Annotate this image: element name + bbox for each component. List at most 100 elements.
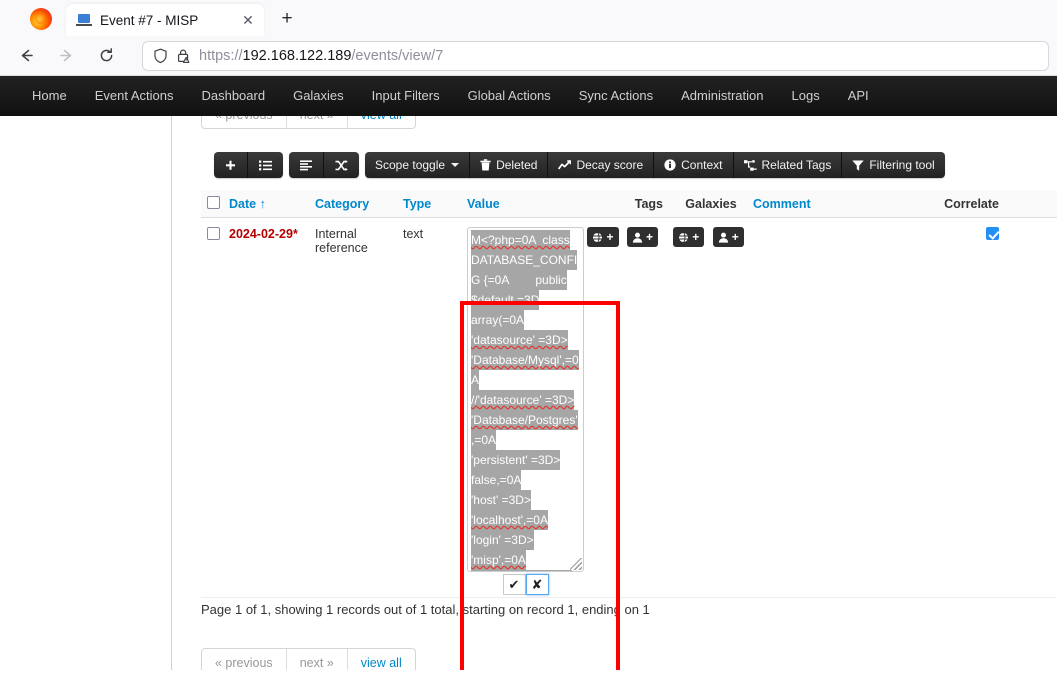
- value-line-text: G {=0A public: [471, 270, 567, 290]
- add-galaxy-globe-button[interactable]: +: [673, 227, 704, 247]
- sort-ascending-icon: ↑: [260, 197, 266, 211]
- header-date-label: Date: [229, 197, 256, 211]
- select-all-checkbox[interactable]: [201, 196, 229, 212]
- value-line: //'datasource' =3D>: [471, 390, 580, 410]
- url-bar[interactable]: https://192.168.122.189/events/view/7: [142, 41, 1049, 71]
- value-line-text: array(=0A: [471, 310, 524, 330]
- nav-item-logs[interactable]: Logs: [778, 76, 834, 116]
- value-line: 'persistent' =3D>: [471, 450, 580, 470]
- cell-tags: + +: [584, 227, 669, 247]
- nav-item-input-filters[interactable]: Input Filters: [358, 76, 454, 116]
- back-icon[interactable]: [10, 40, 42, 72]
- header-comment[interactable]: Comment: [753, 197, 883, 211]
- value-line: 'localhost',=0A: [471, 510, 580, 530]
- add-attribute-button[interactable]: [214, 152, 248, 178]
- list-attributes-button[interactable]: [248, 152, 283, 178]
- scope-toggle-dropdown[interactable]: Scope toggle: [365, 152, 470, 178]
- nav-item-sync-actions[interactable]: Sync Actions: [565, 76, 667, 116]
- cell-galaxies: + +: [669, 227, 753, 247]
- related-tags-label: Related Tags: [762, 152, 832, 178]
- header-type[interactable]: Type: [403, 197, 467, 211]
- shuffle-button[interactable]: [324, 152, 359, 178]
- chevron-down-icon: [451, 163, 459, 167]
- info-icon: [664, 159, 676, 171]
- forward-icon[interactable]: [50, 40, 82, 72]
- cancel-edit-button[interactable]: ✘: [526, 574, 549, 595]
- cell-category[interactable]: Internal reference: [315, 227, 403, 255]
- shield-icon[interactable]: [153, 48, 168, 64]
- value-editor-actions: ✔ ✘: [467, 574, 584, 595]
- add-galaxy-user-button[interactable]: +: [713, 227, 744, 247]
- align-left-button[interactable]: [289, 152, 324, 178]
- plus-icon: +: [646, 230, 653, 244]
- value-line: 'datasource' =3D>: [471, 330, 580, 350]
- row-select-checkbox[interactable]: [201, 227, 229, 243]
- value-line-text: 'persistent' =3D>: [471, 450, 560, 470]
- value-line: A: [471, 370, 580, 390]
- value-line-text: 'datasource' =3D>: [471, 330, 568, 350]
- close-icon[interactable]: ✕: [238, 10, 258, 30]
- value-line: M<?php=0A class: [471, 230, 580, 250]
- nav-item-api[interactable]: API: [834, 76, 883, 116]
- value-line-text: 'misp',=0A: [471, 550, 526, 570]
- globe-icon: [592, 232, 603, 243]
- tab-strip: Event #7 - MISP ✕ +: [0, 0, 1057, 36]
- top-pagination-next[interactable]: next »: [287, 116, 348, 128]
- value-line: 'misp',=0A: [471, 550, 580, 570]
- header-category[interactable]: Category: [315, 197, 403, 211]
- table-row: 2024-02-29* Internal reference text M<?p…: [201, 218, 1057, 598]
- misp-favicon-icon: [76, 12, 92, 28]
- filtering-tool-button[interactable]: Filtering tool: [842, 152, 944, 178]
- browser-tab[interactable]: Event #7 - MISP ✕: [66, 4, 264, 36]
- correlate-checkbox[interactable]: [986, 227, 999, 240]
- new-tab-button[interactable]: +: [273, 5, 301, 33]
- deleted-label: Deleted: [496, 152, 537, 178]
- value-line: G {=0A public: [471, 270, 580, 290]
- add-tag-user-button[interactable]: +: [627, 227, 658, 247]
- related-tags-button[interactable]: Related Tags: [734, 152, 843, 178]
- value-line: array(=0A: [471, 310, 580, 330]
- cell-type[interactable]: text: [403, 227, 467, 241]
- pagination-view-all[interactable]: view all: [348, 649, 415, 670]
- value-line: false,=0A: [471, 470, 580, 490]
- plus-icon: +: [692, 230, 699, 244]
- context-button[interactable]: Context: [654, 152, 733, 178]
- page-body: « previous next » view all: [0, 116, 1057, 670]
- reload-icon[interactable]: [90, 40, 122, 72]
- top-pagination-previous[interactable]: « previous: [202, 116, 287, 128]
- nav-item-galaxies[interactable]: Galaxies: [279, 76, 358, 116]
- nav-item-global-actions[interactable]: Global Actions: [454, 76, 565, 116]
- header-date[interactable]: Date ↑: [229, 197, 315, 211]
- cell-value: M<?php=0A classDATABASE_CONFIG {=0A publ…: [467, 227, 584, 595]
- confirm-edit-button[interactable]: ✔: [503, 574, 526, 595]
- nav-item-event-actions[interactable]: Event Actions: [81, 76, 188, 116]
- plus-icon: +: [732, 230, 739, 244]
- nav-item-administration[interactable]: Administration: [667, 76, 777, 116]
- value-line-text: 'Database/Postgres': [471, 410, 578, 430]
- header-value[interactable]: Value: [467, 197, 584, 211]
- cell-correlate: [883, 227, 1003, 243]
- nav-item-home[interactable]: Home: [18, 76, 81, 116]
- value-line: 'host' =3D>: [471, 490, 580, 510]
- lock-warning-icon[interactable]: [176, 48, 191, 64]
- add-tag-globe-button[interactable]: +: [587, 227, 618, 247]
- attribute-toolbar: Scope toggle Deleted: [214, 152, 951, 178]
- chart-line-icon: [558, 160, 571, 171]
- value-textarea[interactable]: M<?php=0A classDATABASE_CONFIG {=0A publ…: [467, 227, 584, 572]
- pagination-previous[interactable]: « previous: [202, 649, 287, 670]
- decay-score-button[interactable]: Decay score: [548, 152, 654, 178]
- value-line-text: $default =3D: [471, 290, 539, 310]
- nav-item-dashboard[interactable]: Dashboard: [187, 76, 279, 116]
- header-tags: Tags: [584, 197, 669, 211]
- context-label: Context: [681, 152, 722, 178]
- attribute-date: 2024-02-29*: [229, 227, 298, 241]
- pagination-next[interactable]: next »: [287, 649, 348, 670]
- top-pagination-view-all[interactable]: view all: [348, 116, 415, 128]
- deleted-button[interactable]: Deleted: [470, 152, 548, 178]
- textarea-resize-handle[interactable]: [570, 558, 582, 570]
- value-line-text: DATABASE_CONFI: [471, 250, 577, 270]
- globe-icon: [678, 232, 689, 243]
- value-line-text: 'port' =3D> 3306, //: [471, 570, 572, 572]
- scope-toggle-label: Scope toggle: [375, 152, 445, 178]
- plus-icon: [225, 160, 236, 171]
